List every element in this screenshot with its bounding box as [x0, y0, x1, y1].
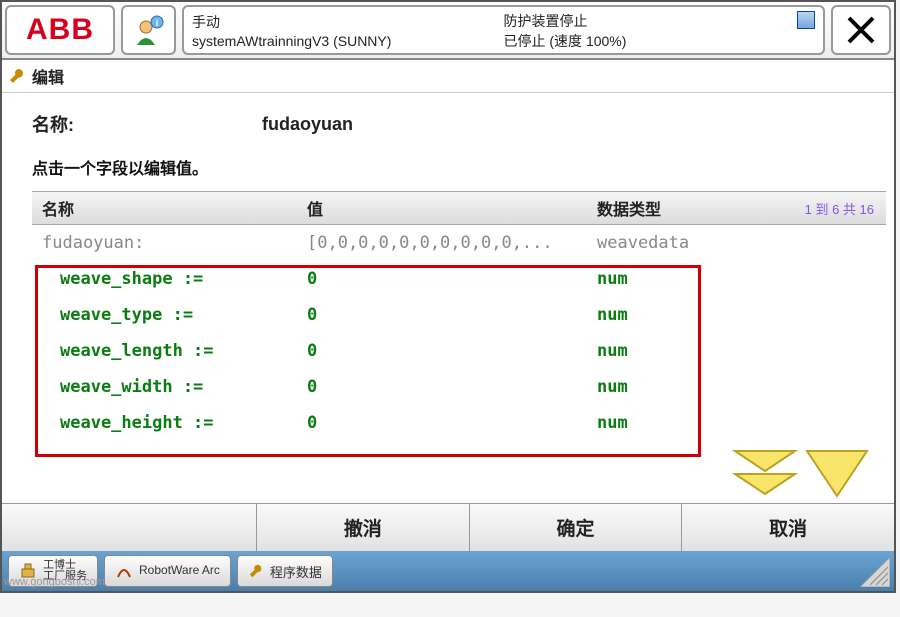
mode-label: 手动: [192, 12, 504, 32]
table-row[interactable]: weave_type := 0 num: [32, 297, 886, 333]
row-name: weave_type :=: [32, 305, 307, 325]
row-value: 0: [307, 341, 597, 361]
row-type: num: [597, 341, 752, 361]
task-rw-label: RobotWare Arc: [139, 564, 220, 577]
minimize-icon[interactable]: [797, 11, 815, 29]
taskbar-button-progdata[interactable]: 程序数据: [237, 555, 333, 587]
wrench-icon: [8, 67, 26, 85]
row-name: weave_height :=: [32, 413, 307, 433]
help-user-icon: i: [132, 13, 166, 47]
header-value[interactable]: 值: [307, 196, 597, 220]
task-bar: 工博士 工厂服务 RobotWare Arc 程序数据: [2, 551, 894, 591]
table-row[interactable]: weave_height := 0 num: [32, 405, 886, 441]
task-prog-label: 程序数据: [270, 562, 322, 581]
close-icon: [844, 13, 878, 47]
taskbar-button-robotware[interactable]: RobotWare Arc: [104, 555, 231, 587]
cancel-button[interactable]: 取消: [681, 504, 894, 551]
wrench-icon: [248, 563, 264, 579]
watermark: www.gongboshi.com: [4, 576, 105, 589]
page-down-icon[interactable]: [730, 446, 800, 506]
svg-text:i: i: [155, 18, 158, 28]
row-value: 0: [307, 377, 597, 397]
row-name: weave_length :=: [32, 341, 307, 361]
row-type: num: [597, 413, 752, 433]
edit-header: 编辑: [2, 60, 894, 93]
row-name: fudaoyuan:: [32, 233, 307, 253]
stopped-label: 已停止 (速度 100%): [504, 31, 816, 51]
button-spacer: [2, 504, 256, 551]
system-label: systemAWtrainningV3 (SUNNY): [192, 33, 504, 49]
main-window: ABB i 手动 systemAWtrainningV3 (SUNNY) 防护装…: [0, 0, 896, 593]
row-type: num: [597, 305, 752, 325]
header-range: 1 到 6 共 16: [752, 199, 886, 218]
name-field-value: fudaoyuan: [262, 114, 353, 135]
row-name: weave_shape :=: [32, 269, 307, 289]
ok-button[interactable]: 确定: [469, 504, 682, 551]
row-value: [0,0,0,0,0,0,0,0,0,0,...: [307, 233, 597, 253]
scroll-arrows: [730, 446, 872, 506]
status-panel: 手动 systemAWtrainningV3 (SUNNY) 防护装置停止 已停…: [182, 5, 825, 55]
header-name[interactable]: 名称: [32, 196, 307, 220]
table-row[interactable]: fudaoyuan: [0,0,0,0,0,0,0,0,0,0,... weav…: [32, 225, 886, 261]
abb-logo-text: ABB: [26, 13, 94, 47]
content-area: 名称: fudaoyuan 点击一个字段以编辑值。 名称 值 数据类型 1 到 …: [2, 93, 894, 441]
edit-label: 编辑: [32, 64, 64, 88]
row-value: 0: [307, 269, 597, 289]
name-field-row: 名称: fudaoyuan: [32, 111, 886, 137]
row-value: 0: [307, 305, 597, 325]
corner-grip-icon[interactable]: [860, 557, 890, 587]
instruction-text: 点击一个字段以编辑值。: [32, 155, 886, 179]
row-type: num: [597, 269, 752, 289]
row-type: num: [597, 377, 752, 397]
button-row: 撤消 确定 取消: [2, 503, 894, 551]
table-area: 名称 值 数据类型 1 到 6 共 16 fudaoyuan: [0,0,0,0…: [32, 191, 886, 441]
close-button[interactable]: [831, 5, 891, 55]
abb-logo[interactable]: ABB: [5, 5, 115, 55]
table-row[interactable]: weave_shape := 0 num: [32, 261, 886, 297]
table-row[interactable]: weave_width := 0 num: [32, 369, 886, 405]
help-button[interactable]: i: [121, 5, 176, 55]
header-type[interactable]: 数据类型: [597, 196, 752, 220]
row-name: weave_width :=: [32, 377, 307, 397]
scroll-down-icon[interactable]: [802, 446, 872, 506]
table-header: 名称 值 数据类型 1 到 6 共 16: [32, 191, 886, 225]
row-value: 0: [307, 413, 597, 433]
undo-button[interactable]: 撤消: [256, 504, 469, 551]
title-bar: ABB i 手动 systemAWtrainningV3 (SUNNY) 防护装…: [2, 2, 894, 60]
arc-icon: [115, 562, 133, 580]
guard-label: 防护装置停止: [504, 11, 816, 31]
table-row[interactable]: weave_length := 0 num: [32, 333, 886, 369]
row-type: weavedata: [597, 233, 752, 253]
name-field-label: 名称:: [32, 111, 262, 137]
